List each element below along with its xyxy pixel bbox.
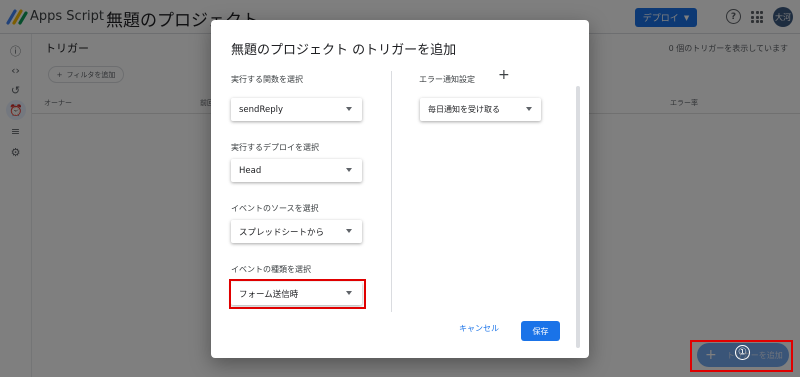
deployment-select-label: 実行するデプロイを選択: [231, 143, 319, 152]
save-button[interactable]: 保存: [521, 321, 560, 341]
event-type-label: イベントの種類を選択: [231, 265, 311, 274]
deployment-select[interactable]: Head: [231, 159, 362, 182]
cancel-button[interactable]: キャンセル: [459, 323, 499, 334]
dropdown-arrow-icon: [346, 107, 352, 111]
function-select-value: sendReply: [239, 104, 283, 115]
function-select-label: 実行する関数を選択: [231, 75, 303, 84]
event-source-select[interactable]: スプレッドシートから: [231, 220, 362, 243]
add-notification-icon[interactable]: +: [498, 67, 510, 83]
step-number-marker: ①: [735, 345, 750, 360]
dropdown-arrow-icon: [526, 107, 532, 111]
dialog-scrollbar[interactable]: [576, 86, 580, 348]
annotation-highlight-box: [229, 279, 366, 309]
deployment-select-value: Head: [239, 165, 262, 176]
dialog-title: 無題のプロジェクト のトリガーを追加: [231, 43, 457, 58]
column-divider: [391, 71, 392, 312]
error-notification-label: エラー通知設定: [419, 75, 475, 84]
event-source-value: スプレッドシートから: [239, 227, 325, 238]
event-source-label: イベントのソースを選択: [231, 204, 319, 213]
error-notification-value: 毎日通知を受け取る: [428, 105, 500, 114]
dropdown-arrow-icon: [346, 229, 352, 233]
error-notification-select[interactable]: 毎日通知を受け取る: [420, 98, 541, 121]
function-select[interactable]: sendReply: [231, 98, 362, 121]
dropdown-arrow-icon: [346, 168, 352, 172]
